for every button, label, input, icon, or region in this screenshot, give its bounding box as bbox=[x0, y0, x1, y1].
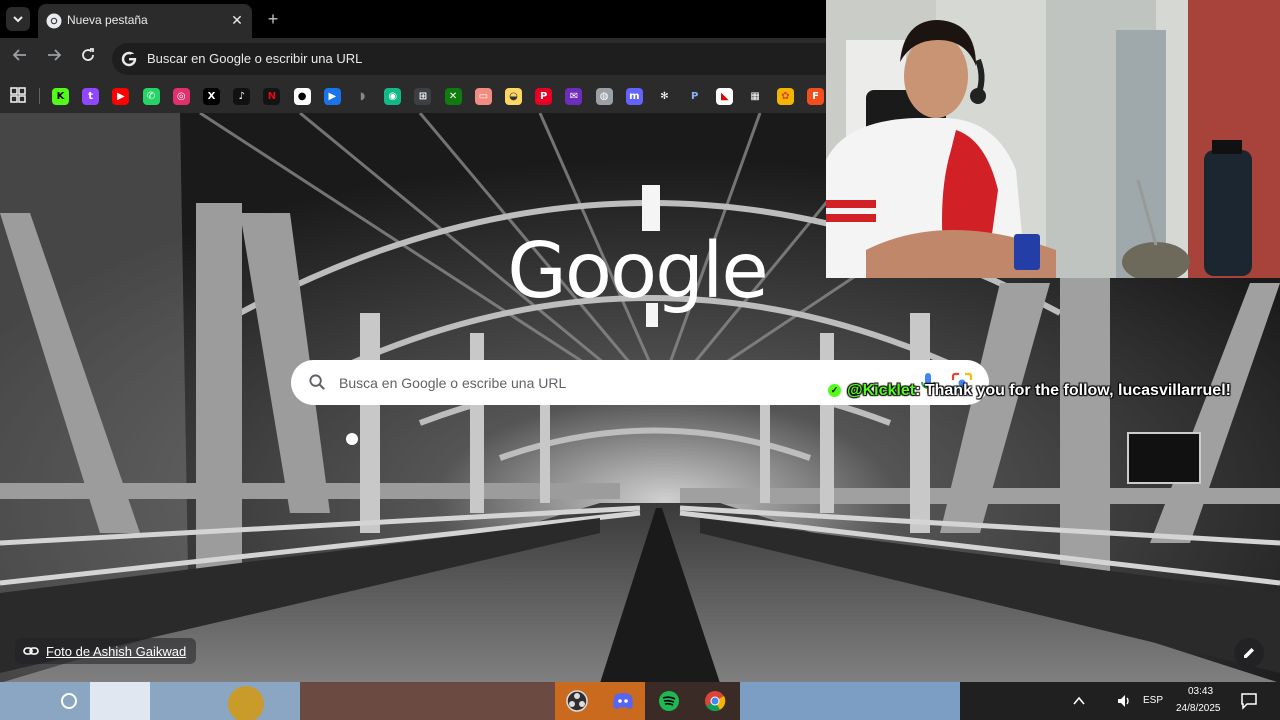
pinterest-icon[interactable]: P bbox=[535, 88, 553, 105]
whatsapp-icon[interactable]: ✆ bbox=[142, 88, 160, 105]
google-g-icon bbox=[121, 51, 137, 67]
language-indicator[interactable]: ESP bbox=[1143, 695, 1163, 706]
reload-icon bbox=[82, 48, 94, 61]
search-input[interactable]: Busca en Google o escribe una URL bbox=[339, 375, 566, 391]
new-tab-button[interactable]: + bbox=[262, 8, 284, 30]
clock-date[interactable]: 24/8/2025 bbox=[1176, 703, 1221, 714]
pencil-icon bbox=[1244, 648, 1254, 658]
browser-window-chrome: Nueva pestaña ✕ + Buscar en Google o esc… bbox=[0, 0, 826, 113]
back-button[interactable] bbox=[8, 47, 32, 71]
bookmarks-bar: Kt ▶ ✆ ◎ X ♪ N ● ▶ ◗ ◉ ⊞ ✕ ▭ ◒ P ✉ ◍ m ✻ P ◣ ▦ ✿ F bbox=[0, 80, 826, 113]
bookmarks-separator bbox=[39, 88, 40, 104]
mastodon-icon[interactable]: m bbox=[625, 88, 643, 105]
tiktok-icon[interactable]: ♪ bbox=[233, 88, 251, 105]
netflix-icon[interactable]: N bbox=[263, 88, 281, 105]
forward-button[interactable] bbox=[42, 47, 66, 71]
xbox-icon[interactable]: ✕ bbox=[444, 88, 462, 105]
check-icon: ✓ bbox=[828, 384, 841, 398]
discord-icon bbox=[613, 693, 633, 709]
search-taskbar-button[interactable] bbox=[46, 682, 92, 720]
address-bar[interactable]: Buscar en Google o escribir una URL bbox=[112, 43, 826, 75]
taskbar: ESP 03:43 24/8/2025 bbox=[0, 682, 1280, 720]
toolbar: Buscar en Google o escribir una URL bbox=[0, 38, 826, 80]
x-icon[interactable]: X bbox=[203, 88, 220, 105]
play-icon[interactable]: ▶ bbox=[323, 88, 341, 105]
figma-icon[interactable]: F bbox=[807, 88, 824, 105]
follow-alert-message: : Thank you for the follow, lucasvillarr… bbox=[915, 382, 1231, 399]
google-logo: Google bbox=[507, 227, 769, 316]
notifications-icon[interactable] bbox=[1240, 692, 1258, 710]
close-tab-icon[interactable]: ✕ bbox=[228, 11, 246, 29]
tab-new-tab[interactable]: Nueva pestaña ✕ bbox=[38, 4, 252, 38]
calculator-icon[interactable]: ⊞ bbox=[414, 88, 432, 105]
follow-alert: ✓ @Kicklet: Thank you for the follow, luc… bbox=[828, 382, 1231, 404]
webcam-feed bbox=[826, 0, 1280, 278]
customize-button[interactable] bbox=[1234, 638, 1264, 668]
address-bar-text: Buscar en Google o escribir una URL bbox=[147, 51, 363, 66]
openai-icon[interactable]: ✻ bbox=[656, 88, 673, 105]
record-icon[interactable]: ● bbox=[293, 88, 311, 105]
kick-icon[interactable]: K bbox=[52, 88, 69, 105]
instagram-icon[interactable]: ◎ bbox=[172, 88, 190, 105]
chrome-icon bbox=[705, 691, 726, 712]
spotify-icon bbox=[659, 691, 679, 711]
obs-icon bbox=[566, 690, 588, 712]
volume-icon[interactable] bbox=[1116, 693, 1132, 709]
taskbar-app-discord[interactable] bbox=[600, 682, 646, 720]
taskbar-app-spotify[interactable] bbox=[646, 682, 692, 720]
youtube-icon[interactable]: ▶ bbox=[112, 88, 130, 105]
arrow-left-icon bbox=[12, 49, 26, 61]
photo-credit-link[interactable]: Foto de Ashish Gaikwad bbox=[15, 638, 197, 664]
tab-title: Nueva pestaña bbox=[67, 13, 148, 27]
colorful-app-icon[interactable]: ✿ bbox=[776, 88, 794, 105]
pill-icon[interactable]: ◒ bbox=[505, 88, 522, 105]
search-icon bbox=[309, 374, 325, 390]
paypal-icon[interactable]: P bbox=[686, 88, 704, 105]
tab-strip: Nueva pestaña ✕ + bbox=[0, 0, 826, 38]
follow-alert-username: @Kicklet bbox=[847, 382, 916, 399]
globe-icon[interactable]: ◍ bbox=[595, 88, 613, 105]
link-icon bbox=[23, 647, 39, 655]
apps-grid-icon[interactable] bbox=[10, 87, 26, 103]
mail-icon[interactable]: ✉ bbox=[565, 88, 583, 105]
spotify-like-icon[interactable]: ◉ bbox=[384, 88, 402, 105]
photo-credit-text: Foto de Ashish Gaikwad bbox=[46, 643, 187, 659]
tv-icon[interactable]: ▭ bbox=[474, 88, 492, 105]
streamer-icon[interactable]: ◗ bbox=[354, 88, 371, 105]
chrome-icon bbox=[46, 13, 62, 29]
taskbar-app-chrome[interactable] bbox=[692, 682, 738, 720]
twitch-icon[interactable]: t bbox=[82, 88, 100, 105]
bbc-icon[interactable]: ▦ bbox=[746, 88, 764, 105]
search-circle-icon bbox=[61, 693, 77, 709]
arrow-right-icon bbox=[48, 49, 62, 61]
river-plate-icon[interactable]: ◣ bbox=[716, 88, 734, 105]
chevron-up-icon[interactable] bbox=[1072, 694, 1086, 708]
desktop: Nueva pestaña ✕ + Buscar en Google o esc… bbox=[0, 0, 1280, 720]
tab-search-button[interactable] bbox=[6, 7, 30, 31]
reload-button[interactable] bbox=[76, 47, 100, 71]
clock-time[interactable]: 03:43 bbox=[1188, 686, 1213, 697]
taskbar-app-obs[interactable] bbox=[554, 682, 600, 720]
chevron-down-icon bbox=[13, 16, 23, 23]
